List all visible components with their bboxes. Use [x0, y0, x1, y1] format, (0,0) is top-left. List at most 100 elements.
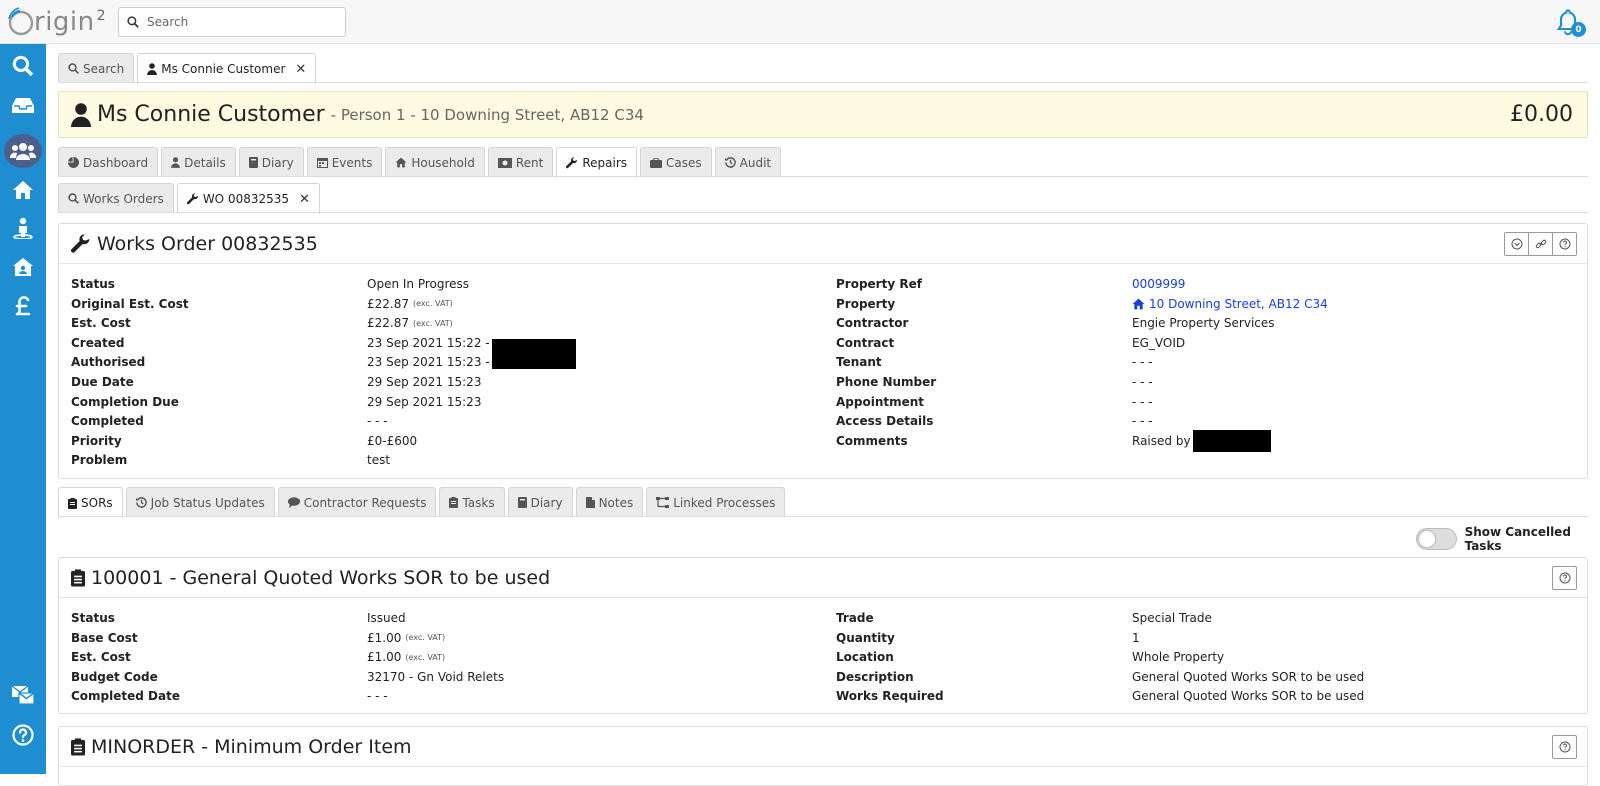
- field-value: Engie Property Services: [1132, 313, 1275, 333]
- field-label: Due Date: [71, 375, 134, 389]
- field-label: Est. Cost: [71, 650, 131, 665]
- customer-subtitle: - Person 1 - 10 Downing Street, AB12 C34: [330, 105, 644, 124]
- history-icon: [724, 157, 736, 168]
- global-search-input[interactable]: [147, 15, 337, 29]
- field-value-text: - - -: [1132, 375, 1153, 389]
- field-value: Whole Property: [1132, 647, 1224, 667]
- person-pin-icon: [13, 217, 33, 239]
- collapse-button[interactable]: [1504, 232, 1529, 256]
- tab-works-order-detail[interactable]: WO 00832535 ✕: [176, 183, 320, 214]
- field-link[interactable]: 10 Downing Street, AB12 C34: [1149, 297, 1328, 311]
- field-label: Original Est. Cost: [71, 296, 189, 311]
- tab-dashboard[interactable]: Dashboard: [58, 147, 159, 177]
- field-value: Raised by: [1132, 429, 1271, 452]
- field-label: Works Required: [836, 689, 944, 704]
- field-label: Contract: [836, 335, 895, 350]
- tab-repairs[interactable]: Repairs: [556, 147, 638, 178]
- field-value-text: 23 Sep 2021 15:22 -: [367, 335, 490, 350]
- field-value-text: £22.87: [367, 316, 409, 331]
- works-order-tools: [1504, 232, 1577, 256]
- field-value-text: £0-£600: [367, 433, 418, 448]
- sidebar-item-home[interactable]: [0, 171, 46, 209]
- field-value: 0009999: [1132, 274, 1185, 294]
- close-icon[interactable]: ✕: [299, 192, 310, 207]
- field-value-text: Whole Property: [1132, 650, 1225, 665]
- sidebar-item-people[interactable]: [0, 132, 46, 170]
- customer-balance: £0.00: [1510, 102, 1573, 127]
- help-icon: [1559, 572, 1570, 584]
- tab-label: Linked Processes: [673, 495, 776, 510]
- sidebar-item-inbox[interactable]: [0, 86, 46, 124]
- global-search[interactable]: [118, 7, 346, 37]
- tab-contractor-requests[interactable]: Contractor Requests: [277, 487, 437, 517]
- field-label: Description: [836, 669, 914, 684]
- sidebar-item-property[interactable]: [0, 248, 46, 286]
- field-label: Est. Cost: [71, 316, 131, 331]
- tab-search[interactable]: Search: [58, 53, 135, 83]
- close-icon[interactable]: ✕: [295, 62, 306, 77]
- tab-tasks[interactable]: Tasks: [439, 487, 505, 517]
- search-icon: [12, 55, 34, 77]
- help-button[interactable]: [1552, 735, 1577, 759]
- tab-label: Ms Connie Customer: [161, 62, 286, 76]
- tab-label: Notes: [598, 495, 634, 510]
- tab-household[interactable]: Household: [385, 147, 485, 177]
- tab-label: SORs: [81, 496, 113, 510]
- tab-notes[interactable]: Notes: [575, 487, 644, 517]
- show-cancelled-tasks-toggle[interactable]: [1416, 528, 1457, 550]
- field-link[interactable]: 0009999: [1132, 277, 1185, 291]
- sidebar-item-person[interactable]: [0, 209, 46, 247]
- tab-label: Contractor Requests: [303, 495, 427, 510]
- tab-label: Works Orders: [83, 191, 164, 206]
- users-icon: [10, 143, 36, 160]
- help-button[interactable]: [1552, 566, 1577, 590]
- tab-label: Events: [331, 155, 373, 170]
- tab-label: WO 00832535: [202, 192, 290, 206]
- tab-sors[interactable]: SORs: [58, 487, 123, 518]
- home-icon: [395, 157, 407, 168]
- pound-icon: [15, 296, 31, 316]
- field-label: Property Ref: [836, 277, 922, 291]
- top-tab-bar: Search Ms Connie Customer ✕: [58, 53, 317, 84]
- field-value: General Quoted Works SOR to be used: [1132, 686, 1364, 706]
- field-value: - - -: [1132, 352, 1153, 372]
- field-value-text: - - -: [1132, 355, 1153, 370]
- app-logo[interactable]: rigin 2: [6, 6, 106, 38]
- sidebar-item-finance[interactable]: [0, 287, 46, 325]
- tab-details[interactable]: Details: [161, 147, 236, 177]
- tab-rent[interactable]: Rent: [487, 147, 554, 177]
- tab-wo-diary[interactable]: Diary: [507, 487, 573, 517]
- help-icon: [12, 724, 34, 746]
- help-button[interactable]: [1552, 232, 1577, 256]
- field-value-text: - - -: [367, 689, 388, 704]
- tab-linked-processes[interactable]: Linked Processes: [646, 487, 786, 517]
- clipboard-icon: [71, 568, 85, 587]
- sidebar-item-messages[interactable]: [0, 676, 46, 714]
- field-label: Tenant: [836, 355, 882, 370]
- link-button[interactable]: [1528, 232, 1553, 256]
- divider: [58, 516, 1588, 517]
- sidebar-item-search[interactable]: [0, 47, 46, 85]
- sidebar-item-help[interactable]: [0, 716, 46, 754]
- tab-cases[interactable]: Cases: [640, 147, 712, 177]
- sor-title: MINORDER - Minimum Order Item: [91, 735, 412, 758]
- tab-works-orders[interactable]: Works Orders: [58, 183, 174, 213]
- tab-diary[interactable]: Diary: [238, 147, 304, 177]
- sor-title: 100001 - General Quoted Works SOR to be …: [91, 566, 551, 589]
- tab-audit[interactable]: Audit: [714, 147, 782, 177]
- property-icon: [13, 258, 33, 276]
- field-value-text: £22.87: [367, 296, 409, 311]
- tab-events[interactable]: Events: [306, 147, 383, 177]
- works-order-tab-bar: SORs Job Status Updates Contractor Reque…: [58, 487, 786, 518]
- tab-customer[interactable]: Ms Connie Customer ✕: [137, 53, 317, 84]
- customer-banner: Ms Connie Customer - Person 1 - 10 Downi…: [58, 91, 1588, 138]
- customer-name: Ms Connie Customer: [97, 102, 325, 127]
- tab-job-status-updates[interactable]: Job Status Updates: [125, 487, 275, 517]
- field-label: Completed: [71, 414, 144, 429]
- field-label: Phone Number: [836, 375, 937, 389]
- field-value: £0-£600: [367, 431, 417, 451]
- customer-tab-bar: Dashboard Details Diary Events Household…: [58, 147, 782, 178]
- field-value-text: test: [367, 453, 391, 468]
- field-value-text: Open In Progress: [367, 277, 470, 291]
- logo-text: rigin 2: [34, 7, 107, 37]
